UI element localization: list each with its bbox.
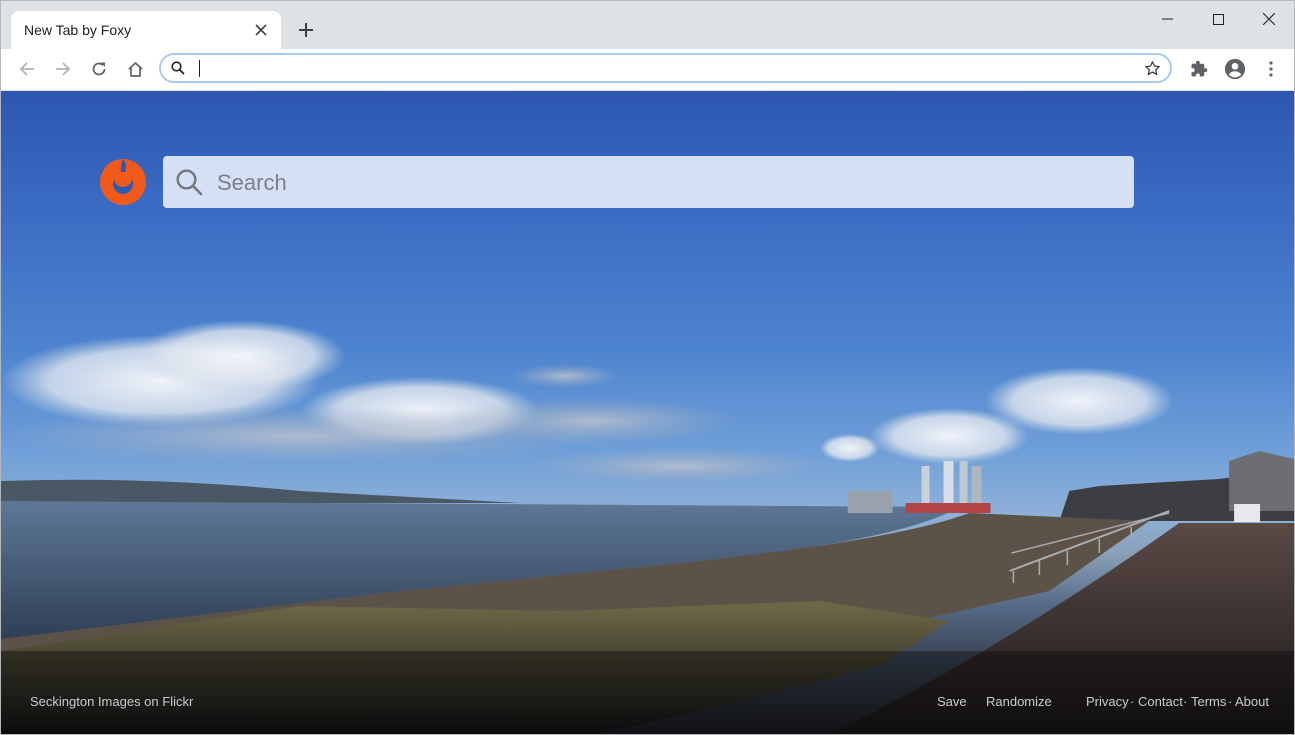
bookmark-star-icon[interactable] — [1144, 60, 1161, 82]
address-bar[interactable] — [159, 53, 1172, 83]
browser-toolbar — [1, 49, 1294, 91]
profile-button[interactable] — [1221, 55, 1249, 83]
reload-button[interactable] — [85, 55, 113, 83]
link-separator: · — [1228, 694, 1233, 709]
tab-strip: New Tab by Foxy — [1, 1, 1294, 49]
tab-active[interactable]: New Tab by Foxy — [11, 11, 281, 49]
link-separator: · — [1130, 694, 1135, 709]
address-input[interactable] — [197, 58, 1131, 80]
text-caret — [199, 60, 200, 77]
browser-window: New Tab by Foxy Search Seckington Images… — [0, 0, 1295, 735]
new-tab-page: Seckington Images on Flickr Save Randomi… — [1, 91, 1294, 734]
arrow-right-icon — [56, 62, 71, 76]
close-window-button[interactable] — [1246, 5, 1292, 33]
randomize-button[interactable]: Randomize — [986, 694, 1052, 709]
extensions-button[interactable] — [1185, 55, 1213, 83]
kebab-menu-icon — [1269, 61, 1273, 77]
home-icon — [127, 61, 143, 77]
photo-credit-link[interactable]: Seckington Images on Flickr — [30, 694, 193, 709]
forward-button[interactable] — [49, 55, 77, 83]
home-button[interactable] — [121, 55, 149, 83]
search-icon — [175, 168, 203, 201]
link-separator: · — [1183, 694, 1188, 709]
plus-icon — [299, 23, 313, 37]
contact-link[interactable]: Contact — [1138, 694, 1183, 709]
tab-title: New Tab by Foxy — [24, 22, 132, 38]
reload-icon — [92, 62, 106, 76]
close-icon — [1263, 13, 1275, 25]
foxy-logo-icon — [99, 158, 147, 206]
terms-link[interactable]: Terms — [1191, 694, 1226, 709]
search-icon — [171, 61, 185, 80]
browser-menu-button[interactable] — [1257, 55, 1285, 83]
page-search-box[interactable] — [163, 156, 1134, 208]
privacy-link[interactable]: Privacy — [1086, 694, 1129, 709]
maximize-button[interactable] — [1195, 5, 1241, 33]
page-search-input[interactable] — [215, 166, 1109, 200]
minimize-icon — [1161, 18, 1173, 20]
about-link[interactable]: About — [1235, 694, 1269, 709]
maximize-icon — [1212, 13, 1224, 25]
new-tab-button[interactable] — [293, 17, 319, 43]
arrow-left-icon — [19, 62, 34, 76]
account-icon — [1224, 58, 1246, 80]
minimize-button[interactable] — [1144, 5, 1190, 33]
save-button[interactable]: Save — [937, 694, 967, 709]
puzzle-icon — [1191, 60, 1208, 77]
back-button[interactable] — [13, 55, 41, 83]
tab-close-icon[interactable] — [251, 20, 271, 40]
